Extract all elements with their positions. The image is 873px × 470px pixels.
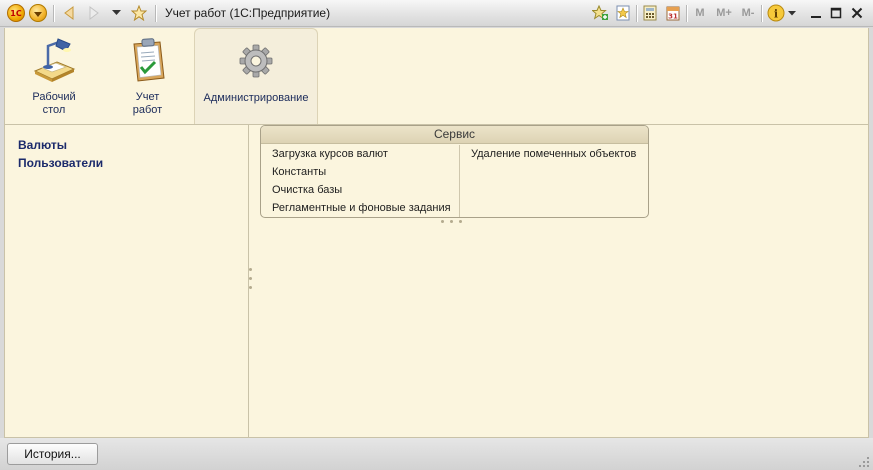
- minimize-icon[interactable]: [808, 5, 824, 21]
- toolbar-separator: [636, 5, 637, 22]
- svg-text:31: 31: [668, 13, 678, 21]
- command-delete-marked-objects[interactable]: Удаление помеченных объектов: [460, 145, 648, 163]
- logo-1c-icon[interactable]: 1С: [7, 4, 25, 22]
- gear-icon: [234, 39, 278, 85]
- horizontal-splitter-handle[interactable]: [441, 220, 462, 223]
- splitter-dot: [459, 220, 462, 223]
- back-icon[interactable]: [61, 4, 77, 22]
- title-bar: 1С Учет работ (1С:Предприятие) 31 M M+ M…: [0, 0, 873, 27]
- toolbar-separator: [53, 5, 54, 22]
- svg-text:i: i: [774, 8, 778, 21]
- favorites-star-icon[interactable]: [130, 4, 148, 22]
- memory-m-button[interactable]: M: [692, 4, 708, 22]
- service-group-title: Сервис: [261, 126, 648, 144]
- toolbar-separator: [155, 5, 156, 22]
- close-icon[interactable]: [849, 5, 865, 21]
- forward-icon[interactable]: [86, 4, 102, 22]
- command-clear-database[interactable]: Очистка базы: [261, 181, 459, 199]
- maximize-icon[interactable]: [828, 5, 844, 21]
- nav-item-users[interactable]: Пользователи: [18, 156, 103, 170]
- history-dropdown-icon[interactable]: [110, 4, 122, 22]
- section-administration[interactable]: Администрирование: [194, 28, 318, 124]
- status-bar: История...: [0, 438, 873, 470]
- favorites-list-icon[interactable]: [614, 4, 632, 22]
- splitter-dot: [450, 220, 453, 223]
- info-dropdown-icon[interactable]: [787, 4, 797, 22]
- splitter-dot: [249, 277, 252, 280]
- sections-panel: Рабочий стол Учет работ Администрировани…: [4, 28, 869, 124]
- section-desktop[interactable]: Рабочий стол: [9, 28, 99, 124]
- splitter-dot: [441, 220, 444, 223]
- resize-grip-icon[interactable]: [859, 456, 869, 467]
- service-group: Сервис Загрузка курсов валют Константы О…: [260, 125, 649, 218]
- history-button[interactable]: История...: [7, 443, 98, 465]
- add-to-favorites-icon[interactable]: [591, 4, 609, 22]
- section-label-line1: Рабочий: [32, 91, 76, 103]
- section-label-line2: стол: [42, 104, 66, 116]
- section-label-line1: Администрирование: [203, 92, 309, 104]
- main-menu-button[interactable]: [29, 4, 47, 22]
- toolbar-separator: [761, 5, 762, 22]
- navigation-panel: Валюты Пользователи: [5, 125, 249, 437]
- section-label-line1: Учет: [135, 91, 160, 103]
- nav-item-currencies[interactable]: Валюты: [18, 138, 67, 152]
- section-label: Рабочий стол: [9, 91, 99, 117]
- clipboard-icon: [126, 38, 170, 84]
- calendar-icon[interactable]: 31: [664, 4, 682, 22]
- section-label-line2: работ: [132, 104, 163, 116]
- calculator-icon[interactable]: [641, 4, 659, 22]
- service-column-1: Загрузка курсов валют Константы Очистка …: [261, 145, 460, 217]
- section-label: Администрирование: [195, 92, 317, 105]
- vertical-splitter-handle[interactable]: [249, 268, 253, 295]
- desk-lamp-icon: [32, 38, 76, 84]
- main-area: Валюты Пользователи Сервис Загрузка курс…: [4, 124, 869, 438]
- service-column-2: Удаление помеченных объектов: [460, 145, 648, 163]
- splitter-dot: [249, 286, 252, 289]
- toolbar-separator: [686, 5, 687, 22]
- command-scheduled-jobs[interactable]: Регламентные и фоновые задания: [261, 199, 459, 217]
- command-constants[interactable]: Константы: [261, 163, 459, 181]
- splitter-dot: [249, 268, 252, 271]
- window-title: Учет работ (1С:Предприятие): [165, 6, 331, 20]
- section-label: Учет работ: [104, 91, 191, 117]
- memory-plus-button[interactable]: M+: [713, 4, 735, 22]
- section-work-accounting[interactable]: Учет работ: [104, 28, 191, 124]
- info-icon[interactable]: i: [767, 4, 785, 22]
- command-load-currency-rates[interactable]: Загрузка курсов валют: [261, 145, 459, 163]
- memory-minus-button[interactable]: M-: [737, 4, 759, 22]
